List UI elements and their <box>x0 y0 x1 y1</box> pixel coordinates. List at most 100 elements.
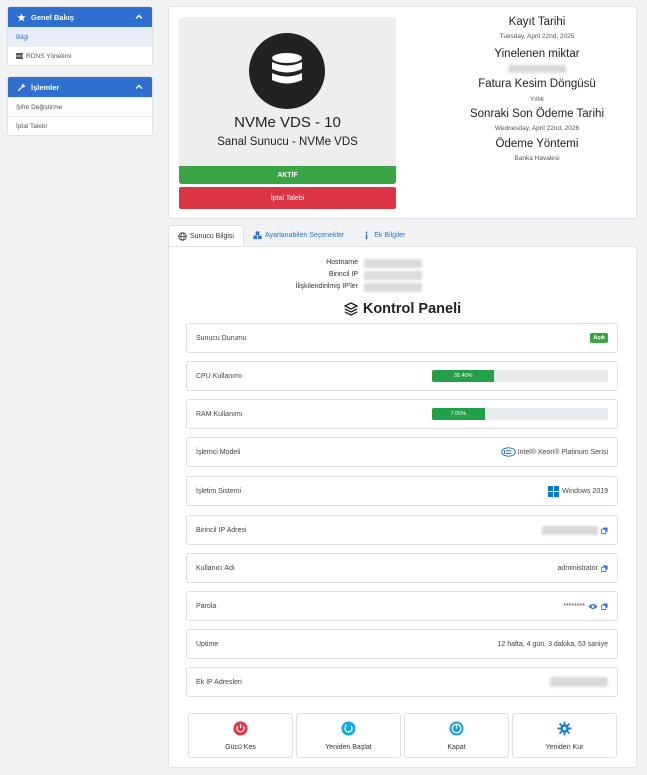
cubes-icon <box>253 231 262 240</box>
processor-row: İşlemci Modeli Intel® Xeon® Platinum Ser… <box>186 437 618 467</box>
tab-server-info[interactable]: Sunucu Bilgisi <box>168 225 244 246</box>
chevron-up-icon[interactable] <box>134 12 144 22</box>
password-value-text: ******** <box>563 602 585 610</box>
server-icon <box>16 53 23 59</box>
server-info-panel: Hostname Birincil IP İlişkilendirilmiş I… <box>168 246 637 768</box>
reboot-button[interactable]: Yeniden Başlat <box>296 713 401 758</box>
server-status-row: Sunucu Durumu Açık <box>186 323 618 353</box>
power-off-button[interactable]: Gücü Kes <box>188 713 293 758</box>
cpu-progress-bar: 35.40% <box>432 370 608 382</box>
windows-icon <box>548 485 560 497</box>
username-label: Kullanıcı Adı <box>196 564 235 572</box>
shutdown-button[interactable]: Kapat <box>404 713 509 758</box>
sidebar-item-rdns[interactable]: RDNS Yönetimi <box>8 46 152 65</box>
cancel-request-button[interactable]: İptal Talebi <box>179 187 396 209</box>
extra-ips-row: Ek IP Adresleri <box>186 667 618 697</box>
recurring-amount: Yinelenen miktar <box>437 48 637 75</box>
username-value: administrator <box>558 565 608 572</box>
database-icon <box>272 53 302 84</box>
uptime-label: Uptime <box>196 640 219 648</box>
intel-logo-icon <box>500 447 516 457</box>
username-value-text: administrator <box>557 564 598 572</box>
hostname-value-hidden <box>364 259 422 268</box>
payment-method: Ödeme Yöntemi Banka Havalesi <box>437 138 637 162</box>
payment-label: Ödeme Yöntemi <box>495 138 579 150</box>
os-label: İşletim Sistemi <box>196 487 242 495</box>
primary-ip-address-label: Birincil IP Adresi <box>196 526 247 534</box>
star-icon <box>17 12 26 21</box>
primary-ip-row: Birincil IP <box>269 271 422 280</box>
eye-icon[interactable] <box>588 603 598 610</box>
recurring-label: Yinelenen miktar <box>494 48 580 60</box>
tab-configurable-options[interactable]: Ayarlanabilen Seçenekler <box>244 225 353 246</box>
overview-title: Genel Bakış <box>31 12 74 22</box>
reinstall-label: Yeniden Kur <box>545 743 584 751</box>
shutdown-icon <box>449 720 464 736</box>
cycle-label: Fatura Kesim Döngüsü <box>478 78 596 90</box>
tab-additional-info[interactable]: Ek Bilgiler <box>353 225 414 246</box>
hostname-row: Hostname <box>269 259 422 268</box>
uptime-row: Uptime 12 hafta, 4 gün, 3 dakika, 53 san… <box>186 629 618 659</box>
next-due-label: Sonraki Son Ödeme Tarihi <box>469 108 605 120</box>
processor-value-text: Intel® Xeon® Platinum Serisi <box>517 448 608 456</box>
ram-progress-fill: 7.00% <box>432 408 485 420</box>
sidebar-item-cancel-request[interactable]: İptal Talebi <box>8 116 152 135</box>
sidebar-item-info[interactable]: Bilgi <box>8 27 152 46</box>
tab-bar: Sunucu Bilgisi Ayarlanabilen Seçenekler … <box>168 225 414 246</box>
billing-cycle: Fatura Kesim Döngüsü Yıllık <box>437 78 637 103</box>
tab-label: Sunucu Bilgisi <box>190 232 234 240</box>
sidebar-item-label: Şifre Değiştirme <box>16 103 63 111</box>
ram-usage-row: RAM Kullanımı 7.00% <box>186 399 618 429</box>
os-value-text: Windows 2019 <box>562 487 608 495</box>
product-group: Sanal Sunucu - NVMe VDS <box>217 136 358 148</box>
copy-icon[interactable] <box>601 526 608 534</box>
status-badge: AKTİF <box>179 166 396 184</box>
chevron-up-icon[interactable] <box>134 82 144 92</box>
sidebar-actions-panel: İşlemler Şifre Değiştirme İptal Talebi <box>7 76 153 136</box>
username-row: Kullanıcı Adı administrator <box>186 553 618 583</box>
overview-header[interactable]: Genel Bakış <box>8 7 152 27</box>
sidebar-item-change-password[interactable]: Şifre Değiştirme <box>8 97 152 116</box>
reg-date-label: Kayıt Tarihi <box>508 16 566 28</box>
info-icon <box>365 231 368 240</box>
control-panel-title-text: Kontrol Paneli <box>362 301 462 317</box>
power-icon <box>233 720 248 736</box>
ram-progress-bar: 7.00% <box>432 408 608 420</box>
assigned-ips-value-hidden <box>364 283 422 292</box>
assigned-ips-row: İlişkilendirilmiş IP'ler <box>269 283 422 292</box>
server-status-label: Sunucu Durumu <box>196 334 247 342</box>
product-icon-circle <box>249 33 325 109</box>
wrench-icon <box>17 82 26 91</box>
primary-ip-value-hidden <box>364 271 422 280</box>
primary-ip-address-value <box>542 525 608 535</box>
uptime-value: 12 hafta, 4 gün, 3 dakika, 53 saniye <box>497 640 608 648</box>
copy-icon[interactable] <box>601 564 608 572</box>
password-label: Parola <box>196 602 217 610</box>
copy-icon[interactable] <box>601 602 608 610</box>
payment-value: Banka Havalesi <box>514 155 560 162</box>
assigned-ips-label: İlişkilendirilmiş IP'ler <box>295 283 358 290</box>
sidebar-item-label: RDNS Yönetimi <box>26 52 72 60</box>
ram-usage-label: RAM Kullanımı <box>196 410 243 418</box>
control-panel-title: Kontrol Paneli <box>169 301 636 317</box>
extra-ips-hidden <box>550 677 608 687</box>
reboot-label: Yeniden Başlat <box>325 743 372 751</box>
cycle-value: Yıllık <box>529 96 545 103</box>
password-value: ******** <box>563 603 608 610</box>
extra-ips-label: Ek IP Adresleri <box>196 678 242 686</box>
layers-icon <box>343 302 358 316</box>
next-due-value: Wednesday, April 22nd, 2026 <box>494 125 580 132</box>
gear-icon <box>557 721 572 735</box>
actions-title: İşlemler <box>31 82 60 92</box>
tab-label: Ek Bilgiler <box>374 232 406 239</box>
reboot-icon <box>341 720 356 736</box>
tab-label: Ayarlanabilen Seçenekler <box>264 232 345 239</box>
reinstall-button[interactable]: Yeniden Kur <box>512 713 617 758</box>
os-row: İşletim Sistemi Windows 2019 <box>186 476 618 506</box>
registration-date: Kayıt Tarihi Tuesday, April 22nd, 2025 <box>437 16 637 40</box>
actions-header[interactable]: İşlemler <box>8 77 152 97</box>
product-box: NVMe VDS - 10 Sanal Sunucu - NVMe VDS <box>179 17 396 178</box>
next-due-date: Sonraki Son Ödeme Tarihi Wednesday, Apri… <box>437 108 637 132</box>
server-status-badge: Açık <box>590 333 608 343</box>
processor-label: İşlemci Modeli <box>196 448 241 456</box>
